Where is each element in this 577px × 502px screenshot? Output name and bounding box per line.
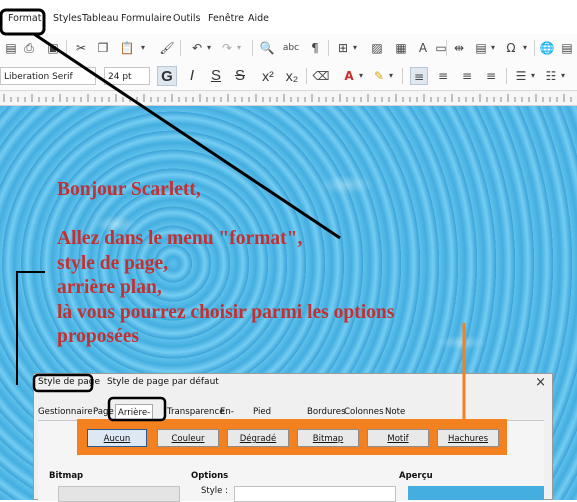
font-color-dropdown-icon[interactable]: ▾: [356, 67, 366, 85]
doc-line: style de page,: [57, 252, 169, 274]
horizontal-ruler[interactable]: [0, 91, 577, 106]
aucun-button[interactable]: Aucun: [87, 429, 147, 447]
align-center-icon[interactable]: ≡: [434, 67, 452, 85]
doc-line: arrière plan,: [57, 277, 162, 298]
options-section-label: Options: [191, 471, 229, 481]
menu-fenetre[interactable]: Fenêtre: [208, 13, 244, 24]
menu-format[interactable]: Format: [8, 13, 41, 24]
tab-transparence[interactable]: Transparence: [167, 404, 225, 420]
tab-gestionnaire[interactable]: Gestionnaire: [38, 404, 93, 420]
menu-tableau[interactable]: Tableau: [82, 13, 118, 24]
paste-icon[interactable]: 📋: [118, 39, 136, 57]
footnote-icon[interactable]: ▤: [558, 39, 576, 57]
tab-colonnes[interactable]: Colonnes: [344, 404, 384, 420]
standard-toolbar: ▤ ⎙ ▣ ✂ ❐ 📋 ▾ 🖌 ↶ ▾ ↷ ▾ 🔍 abc ¶ ⊞ ▾ ▨ ▦ …: [0, 34, 577, 63]
menu-outils[interactable]: Outils: [173, 13, 200, 24]
paste-dropdown-icon[interactable]: ▾: [138, 39, 148, 57]
menu-bar: Format Styles Tableau Formulaire Outils …: [0, 8, 577, 32]
spelling-icon[interactable]: abc: [282, 39, 300, 57]
options-highlight: Aucun Couleur Dégradé Bitmap Motif Hachu…: [77, 419, 507, 455]
tab-bordures[interactable]: Bordures: [307, 404, 346, 420]
toolbar-separator: [446, 40, 447, 56]
toolbar-separator: [306, 68, 307, 84]
bold-button[interactable]: G: [157, 66, 177, 86]
clone-formatting-icon[interactable]: 🖌: [158, 39, 176, 57]
page-style-dialog: Style de page Style de page par défaut ×…: [33, 373, 553, 502]
formatting-marks-icon[interactable]: ¶: [306, 39, 324, 57]
special-char-dropdown-icon[interactable]: ▾: [520, 39, 530, 57]
menu-styles[interactable]: Styles: [53, 13, 82, 24]
special-character-icon[interactable]: Ω: [502, 39, 520, 57]
doc-line: Allez dans le menu "format",: [57, 228, 303, 249]
strikethrough-button[interactable]: S: [230, 66, 250, 86]
degrade-button[interactable]: Dégradé: [227, 429, 289, 447]
bitmap-section-label: Bitmap: [49, 471, 84, 481]
print-preview-icon[interactable]: ▣: [44, 39, 62, 57]
apercu-section-label: Aperçu: [399, 471, 433, 481]
document-text[interactable]: Bonjour Scarlett, Allez dans le menu "fo…: [57, 178, 394, 350]
degrade-label: Dégradé: [239, 434, 277, 444]
toolbar-separator: [180, 40, 181, 56]
menu-aide[interactable]: Aide: [248, 13, 269, 24]
insert-chart-icon[interactable]: ▦: [392, 39, 410, 57]
align-right-icon[interactable]: ≡: [458, 67, 476, 85]
hachures-button[interactable]: Hachures: [437, 429, 499, 447]
insert-special-icon[interactable]: ▭: [432, 39, 450, 57]
numbered-dropdown-icon[interactable]: ▾: [558, 67, 568, 85]
tab-arriere-plan[interactable]: Arrière-plan: [115, 404, 154, 434]
insert-textbox-icon[interactable]: A: [414, 39, 432, 57]
doc-line: [57, 203, 394, 228]
superscript-button[interactable]: x²: [258, 66, 278, 86]
subscript-button[interactable]: x₂: [282, 66, 302, 86]
motif-button[interactable]: Motif: [367, 429, 429, 447]
dialog-title-value: Style de page par défaut: [106, 377, 219, 387]
ruler-ticks: [3, 94, 572, 102]
hyperlink-icon[interactable]: 🌐: [538, 39, 556, 57]
preview-box: [408, 486, 544, 500]
align-left-icon[interactable]: ≡: [410, 67, 428, 85]
doc-line: Bonjour Scarlett,: [57, 179, 201, 200]
bullet-dropdown-icon[interactable]: ▾: [528, 67, 538, 85]
redo-dropdown-icon[interactable]: ▾: [234, 39, 244, 57]
style-label: Style :: [201, 486, 228, 496]
menu-formulaire[interactable]: Formulaire: [121, 13, 172, 24]
justify-icon[interactable]: ≡: [482, 67, 500, 85]
toolbar-separator: [328, 40, 329, 56]
couleur-button[interactable]: Couleur: [157, 429, 219, 447]
hachures-label: Hachures: [447, 434, 488, 444]
dialog-title: Style de page Style de page par défaut: [38, 377, 219, 387]
field-dropdown-icon[interactable]: ▾: [488, 39, 498, 57]
font-name-combo[interactable]: Liberation Serif: [0, 67, 96, 85]
formatting-toolbar: Liberation Serif 24 pt G I S S x² x₂ ⌫ A…: [0, 62, 577, 91]
clear-formatting-icon[interactable]: ⌫: [312, 67, 330, 85]
undo-dropdown-icon[interactable]: ▾: [204, 39, 214, 57]
dialog-title-label: Style de page: [38, 377, 101, 387]
underline-button[interactable]: S: [206, 66, 226, 86]
close-icon[interactable]: ×: [535, 375, 546, 390]
highlight-dropdown-icon[interactable]: ▾: [386, 67, 396, 85]
find-replace-icon[interactable]: 🔍: [258, 39, 276, 57]
toolbar-separator: [252, 40, 253, 56]
toolbar-separator: [534, 40, 535, 56]
bitmap-button[interactable]: Bitmap: [297, 429, 359, 447]
bitmap-label: Bitmap: [312, 434, 344, 444]
doc-line: là vous pourrez choisir parmi les option…: [57, 301, 395, 323]
couleur-label: Couleur: [171, 434, 205, 444]
print-icon[interactable]: ⎙: [20, 39, 38, 57]
table-dropdown-icon[interactable]: ▾: [350, 39, 360, 57]
toolbar-separator: [402, 68, 403, 84]
toolbar-separator: [66, 40, 67, 56]
tab-page[interactable]: Page: [93, 404, 114, 420]
insert-image-icon[interactable]: ▨: [368, 39, 386, 57]
motif-label: Motif: [387, 434, 409, 444]
font-size-combo[interactable]: 24 pt: [104, 67, 150, 85]
italic-button[interactable]: I: [182, 66, 202, 86]
doc-line: proposées: [57, 326, 139, 347]
aucun-label: Aucun: [103, 434, 131, 444]
export-pdf-icon[interactable]: ▤: [2, 39, 20, 57]
toolbar-separator: [506, 68, 507, 84]
copy-icon[interactable]: ❐: [94, 39, 112, 57]
cut-icon[interactable]: ✂: [72, 39, 90, 57]
page-break-icon[interactable]: ⇹: [450, 39, 468, 57]
